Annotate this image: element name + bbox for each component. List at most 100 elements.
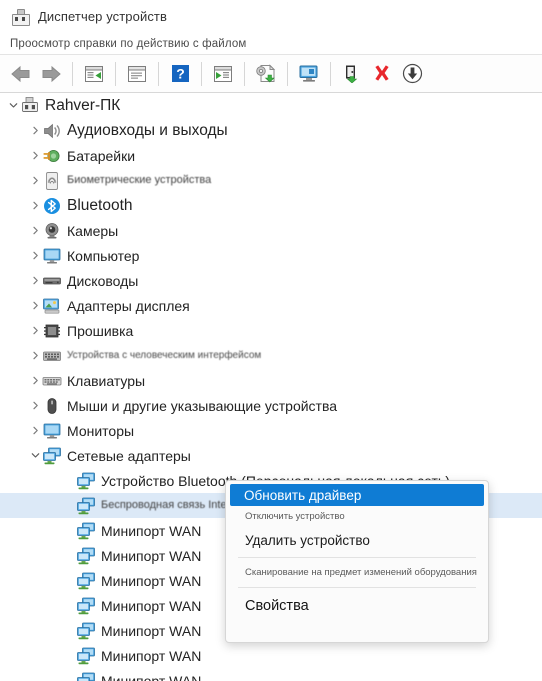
chevron-down-icon[interactable]	[28, 443, 42, 468]
toolbar-separator	[158, 61, 159, 86]
chevron-right-icon[interactable]	[28, 418, 42, 443]
properties-icon[interactable]	[122, 59, 152, 89]
tree-item[interactable]: Bluetooth	[0, 193, 542, 218]
tree-item-label: Клавиатуры	[67, 372, 146, 389]
tree-item-label: Минипорт WAN	[101, 547, 202, 564]
toolbar: ?	[0, 55, 542, 93]
disk-drive-icon	[42, 271, 62, 291]
context-menu-item[interactable]: Удалить устройство	[226, 527, 488, 553]
hid-icon	[42, 346, 62, 366]
tree-item-label: Батарейки	[67, 147, 136, 164]
tree-item-label: Камеры	[67, 222, 119, 239]
tree-item-label: Минипорт WAN	[101, 622, 202, 639]
chevron-right-icon[interactable]	[28, 218, 42, 243]
tree-item[interactable]: Rahver-ПК	[0, 93, 542, 118]
uninstall-device-icon[interactable]	[367, 59, 397, 89]
tree-item-label: Bluetooth	[67, 196, 133, 214]
chevron-right-icon[interactable]	[28, 393, 42, 418]
device-manager-icon	[10, 8, 30, 26]
chevron-right-icon[interactable]	[28, 368, 42, 393]
tree-item[interactable]: Клавиатуры	[0, 368, 542, 393]
menu-bar-text[interactable]: Прооcмотр справки по действию с файлом	[10, 38, 246, 50]
chevron-right-icon[interactable]	[28, 143, 42, 168]
tree-item-label: Минипорт WAN	[101, 597, 202, 614]
chevron-right-icon[interactable]	[28, 168, 42, 193]
tree-item-label: Минипорт WAN	[101, 672, 202, 681]
tree-item[interactable]: Устройства с человеческим интерфейсом	[0, 343, 542, 368]
firmware-icon	[42, 321, 62, 341]
tree-item[interactable]: Камеры	[0, 218, 542, 243]
battery-icon	[42, 146, 62, 166]
tree-item[interactable]: Мыши и другие указывающие устройства	[0, 393, 542, 418]
fingerprint-icon	[42, 171, 62, 191]
back-arrow-icon[interactable]	[6, 59, 36, 89]
toolbar-separator	[201, 61, 202, 86]
tree-item[interactable]: Сетевые адаптеры	[0, 443, 542, 468]
network-adapter-icon	[76, 471, 96, 491]
enable-device-icon[interactable]	[337, 59, 367, 89]
tree-item-label: Минипорт WAN	[101, 572, 202, 589]
scan-hardware-icon[interactable]	[251, 59, 281, 89]
tree-item-label: Мониторы	[67, 422, 135, 439]
network-adapter-icon	[76, 621, 96, 641]
chevron-right-icon[interactable]	[28, 343, 42, 368]
toolbar-separator	[330, 61, 331, 86]
update-driver-icon[interactable]	[208, 59, 238, 89]
chevron-right-icon[interactable]	[28, 318, 42, 343]
monitor-icon	[42, 246, 62, 266]
chevron-right-icon[interactable]	[28, 268, 42, 293]
chevron-right-icon[interactable]	[28, 118, 42, 143]
tree-item[interactable]: Минипорт WAN	[0, 643, 542, 668]
network-adapter-icon	[76, 521, 96, 541]
context-menu-item[interactable]: Обновить драйвер	[230, 484, 484, 506]
chevron-right-icon[interactable]	[28, 193, 42, 218]
tree-item[interactable]: Аудиовходы и выходы	[0, 118, 542, 143]
network-adapter-icon	[76, 571, 96, 591]
context-menu[interactable]: Обновить драйвер Отключить устройство Удал…	[225, 480, 489, 643]
tree-item[interactable]: Компьютер	[0, 243, 542, 268]
tree-item-label: Rahver-ПК	[45, 96, 121, 114]
bluetooth-icon	[42, 196, 62, 216]
chevron-right-icon[interactable]	[28, 293, 42, 318]
tree-item[interactable]: Мониторы	[0, 418, 542, 443]
network-adapter-icon	[76, 496, 96, 516]
context-menu-separator	[238, 587, 476, 588]
tree-item[interactable]: Прошивка	[0, 318, 542, 343]
tree-item-label: Адаптеры дисплея	[67, 297, 190, 314]
tree-item-label: Минипорт WAN	[101, 647, 202, 664]
monitor-icon	[42, 421, 62, 441]
show-hidden-panel-icon[interactable]	[79, 59, 109, 89]
context-menu-item[interactable]: Свойства	[226, 592, 488, 619]
tree-item-label: Сетевые адаптеры	[67, 447, 191, 464]
tree-item-label: Компьютер	[67, 247, 140, 264]
context-menu-item[interactable]: Сканирование на предмет изменений оборуд…	[226, 562, 488, 583]
mouse-icon	[42, 396, 62, 416]
chevron-right-icon[interactable]	[28, 243, 42, 268]
computer-device-icon	[20, 96, 40, 116]
tree-item[interactable]: Батарейки	[0, 143, 542, 168]
title-bar: Диспетчер устройств	[0, 0, 542, 33]
toolbar-separator	[287, 61, 288, 86]
keyboard-icon	[42, 371, 62, 391]
monitor-icon[interactable]	[294, 59, 324, 89]
network-adapter-icon	[76, 546, 96, 566]
toolbar-separator	[244, 61, 245, 86]
network-adapter-icon	[76, 596, 96, 616]
download-icon[interactable]	[397, 59, 427, 89]
context-menu-item[interactable]: Отключить устройство	[226, 506, 488, 527]
tree-item[interactable]: Дисководы	[0, 268, 542, 293]
toolbar-separator	[72, 61, 73, 86]
tree-item[interactable]: Биометрические устройства	[0, 168, 542, 193]
forward-arrow-icon[interactable]	[36, 59, 66, 89]
tree-item[interactable]: Адаптеры дисплея	[0, 293, 542, 318]
tree-item[interactable]: Минипорт WAN	[0, 668, 542, 681]
chevron-down-icon[interactable]	[6, 93, 20, 118]
help-icon[interactable]: ?	[165, 59, 195, 89]
menu-bar[interactable]: Прооcмотр справки по действию с файлом	[0, 33, 542, 55]
camera-icon	[42, 221, 62, 241]
